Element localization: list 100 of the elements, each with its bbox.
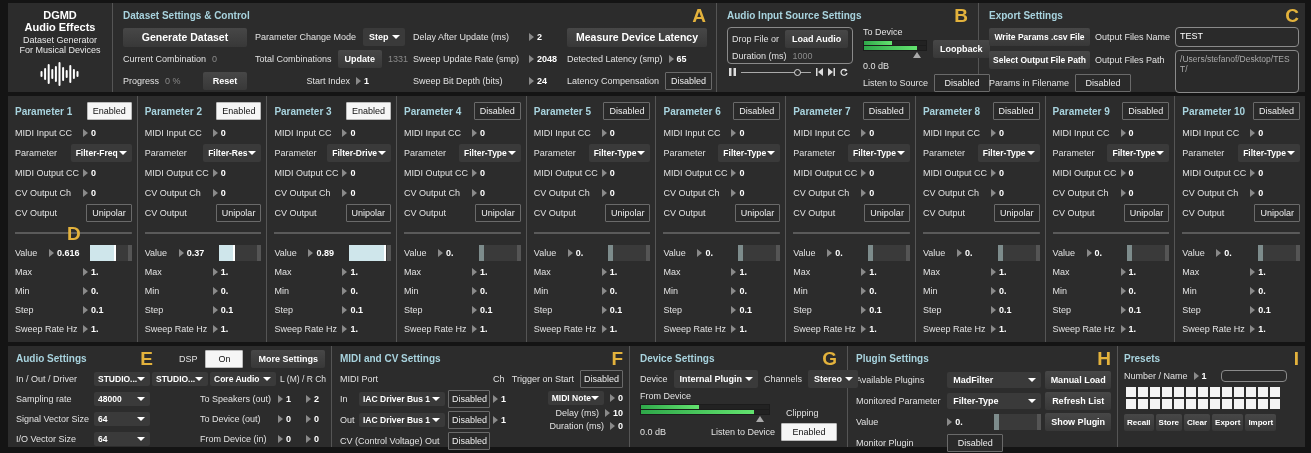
number-box[interactable]: 0.616 [49, 247, 80, 258]
mode-button[interactable]: Unipolar [1254, 204, 1300, 222]
mode-button[interactable]: Unipolar [734, 204, 781, 222]
mode-button[interactable]: Unipolar [345, 204, 392, 222]
preset-button[interactable]: Clear [1184, 414, 1211, 431]
number-box[interactable]: 0. [731, 285, 747, 296]
number-box[interactable]: 1. [601, 266, 618, 277]
number-box[interactable]: 1 [493, 415, 507, 425]
toggle-button[interactable]: Enabled [346, 102, 392, 120]
dropdown[interactable]: MadFilter [947, 371, 1042, 388]
number-box[interactable]: 2 [306, 394, 326, 404]
value-slider[interactable] [89, 244, 132, 261]
number-box[interactable]: 0 [342, 128, 356, 138]
toggle-button[interactable]: Disabled [448, 432, 490, 450]
value-slider[interactable] [738, 244, 781, 261]
step-back-icon[interactable] [816, 68, 823, 76]
measure-latency-button[interactable]: Measure Device Latency [567, 27, 707, 47]
preset-button[interactable]: Import [1245, 414, 1277, 431]
toggle-button[interactable]: Disabled [603, 102, 651, 120]
toggle-button[interactable]: Disabled [448, 390, 490, 408]
mode-button[interactable]: Unipolar [215, 204, 262, 222]
number-box[interactable]: 0 [472, 128, 486, 138]
preset-button[interactable]: Store [1155, 414, 1183, 431]
dropdown[interactable]: Filter-Res [203, 144, 262, 162]
preset-button[interactable]: Recall [1124, 414, 1154, 431]
number-box[interactable]: 0 [278, 414, 304, 424]
number-box[interactable]: 0.1 [601, 304, 623, 315]
number-box[interactable]: 24 [529, 76, 547, 86]
value-slider[interactable] [219, 244, 262, 261]
number-box[interactable]: 0.1 [342, 304, 363, 315]
dropdown[interactable]: Filter-Type [947, 392, 1042, 409]
toggle-button[interactable]: Disabled [579, 370, 623, 388]
number-box[interactable]: 0. [990, 285, 1007, 296]
number-box[interactable]: 0. [567, 247, 584, 258]
drop-zone[interactable]: Drop File or Load Audio Duration (ms) 1000 [727, 27, 853, 64]
number-box[interactable]: 0 [610, 393, 623, 403]
dropdown[interactable]: STUDIO... [94, 372, 150, 386]
number-box[interactable]: 0.1 [1120, 304, 1142, 315]
dropdown[interactable]: 48000 [94, 392, 150, 406]
number-box[interactable]: 1. [731, 323, 747, 334]
text-field[interactable]: TEST [1175, 27, 1299, 47]
show-plugin-button[interactable]: Show Plugin [1045, 412, 1111, 431]
dropdown[interactable]: 64 [94, 412, 150, 426]
number-box[interactable]: 0 [601, 188, 615, 198]
number-box[interactable]: 0.1 [83, 304, 104, 315]
number-box[interactable]: 0 [1250, 128, 1264, 138]
dropdown[interactable]: Step [363, 28, 405, 46]
number-box[interactable]: 0. [1250, 285, 1266, 296]
number-box[interactable]: 0.1 [990, 304, 1012, 315]
number-box[interactable]: 0.1 [731, 304, 752, 315]
number-box[interactable]: 1. [990, 323, 1007, 334]
number-box[interactable]: 0 [1120, 188, 1134, 198]
toggle-button[interactable]: Disabled [1252, 102, 1300, 120]
mode-button[interactable]: Unipolar [994, 204, 1040, 222]
dropdown[interactable]: Filter-Type [1107, 144, 1170, 162]
value-slider[interactable] [867, 244, 910, 261]
number-box[interactable]: 1 [1193, 371, 1207, 381]
mode-button[interactable]: Unipolar [864, 204, 910, 222]
number-box[interactable]: 1. [472, 323, 488, 334]
number-box[interactable]: 0.1 [1250, 304, 1271, 315]
toggle-button[interactable]: Disabled [947, 433, 1004, 452]
number-box[interactable]: 1. [1250, 266, 1266, 277]
number-box[interactable]: 0 [83, 188, 96, 198]
number-box[interactable]: 0 [472, 168, 486, 178]
toggle-button[interactable]: Disabled [934, 74, 991, 92]
value-slider[interactable] [608, 244, 651, 261]
number-box[interactable]: 1. [342, 323, 358, 334]
name-field[interactable] [1220, 370, 1287, 382]
number-box[interactable]: 0 [83, 128, 96, 138]
number-box[interactable]: 0 [731, 168, 745, 178]
toggle-button[interactable]: Disabled [448, 411, 490, 429]
number-box[interactable]: 0 [610, 421, 623, 431]
number-box[interactable]: 0. [1120, 285, 1137, 296]
toggle-button[interactable]: Disabled [473, 102, 521, 120]
dropdown[interactable]: STUDIO... [152, 372, 208, 386]
toggle-button[interactable]: Disabled [665, 72, 713, 90]
write-csv-button[interactable]: Write Params .csv File [989, 28, 1091, 46]
number-box[interactable]: 0. [956, 247, 973, 258]
number-box[interactable]: 0 [990, 188, 1004, 198]
dropdown[interactable]: Filter-Drive [327, 144, 392, 162]
mode-button[interactable]: Unipolar [475, 204, 521, 222]
number-box[interactable]: 0. [947, 416, 989, 427]
number-box[interactable]: 1. [731, 266, 747, 277]
loopback-button[interactable]: Loopback [933, 40, 990, 58]
manual-load-button[interactable]: Manual Load [1045, 370, 1111, 389]
number-box[interactable]: 2048 [529, 54, 558, 64]
number-box[interactable]: 1 [356, 76, 369, 86]
number-box[interactable]: 0 [990, 128, 1004, 138]
number-box[interactable]: 0 [1120, 168, 1134, 178]
number-box[interactable]: 1. [990, 266, 1007, 277]
number-box[interactable]: 0 [342, 168, 356, 178]
dropdown[interactable]: Filter-Type [718, 144, 781, 162]
loop-icon[interactable] [840, 68, 848, 76]
dropdown[interactable]: MIDI Note [547, 391, 604, 405]
number-box[interactable]: 0 [212, 188, 226, 198]
number-box[interactable]: 0 [1250, 168, 1264, 178]
number-box[interactable]: 0. [1216, 247, 1232, 258]
value-slider[interactable] [997, 244, 1040, 261]
toggle-button[interactable]: Disabled [992, 102, 1040, 120]
dropdown[interactable]: Filter-Type [588, 144, 651, 162]
